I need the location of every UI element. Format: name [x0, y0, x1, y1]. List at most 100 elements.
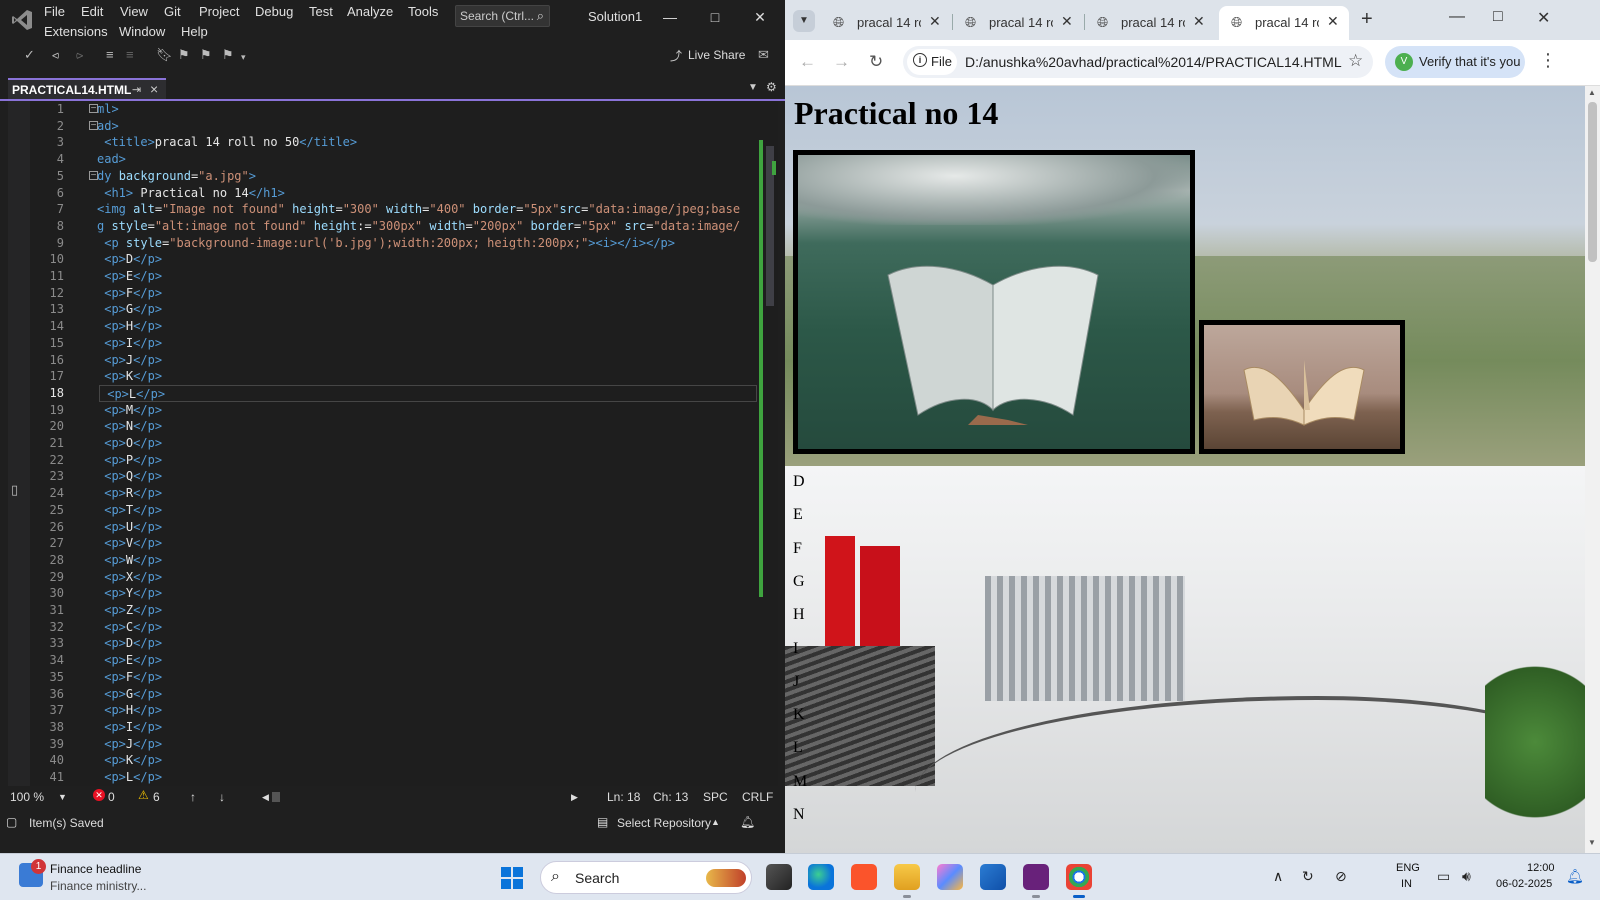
- menu-help[interactable]: Help: [181, 24, 208, 39]
- close-icon[interactable]: ✕: [1537, 8, 1550, 28]
- browser-tab-1[interactable]: 🌐︎ pracal 14 ro ✕: [821, 6, 951, 40]
- sync-icon[interactable]: ↻: [1302, 868, 1314, 885]
- tab-close-icon[interactable]: ✕: [1193, 13, 1205, 30]
- display-icon[interactable]: ▭: [1437, 868, 1450, 885]
- feedback-icon[interactable]: ✉: [758, 47, 769, 63]
- copilot-icon[interactable]: [937, 864, 963, 890]
- menu-file[interactable]: File: [44, 4, 65, 19]
- scrollbar-thumb[interactable]: [1588, 102, 1597, 262]
- warning-count[interactable]: 6: [153, 790, 160, 804]
- code-line[interactable]: <p>L</p>: [99, 385, 757, 402]
- region-indicator[interactable]: IN: [1401, 878, 1412, 890]
- gear-icon[interactable]: ⚙: [766, 80, 777, 94]
- tab-close-icon[interactable]: ✕: [929, 13, 941, 30]
- code-line[interactable]: <p>J</p>: [97, 736, 759, 753]
- error-count[interactable]: 0: [108, 790, 115, 804]
- page-vertical-scrollbar[interactable]: ▲ ▼: [1585, 86, 1600, 853]
- line-ending-indicator[interactable]: CRLF: [742, 790, 773, 804]
- chevron-up-icon[interactable]: ∧: [1273, 868, 1283, 885]
- code-line[interactable]: <title>pracal 14 roll no 50</title>: [97, 134, 759, 151]
- down-arrow-icon[interactable]: ↓: [219, 790, 225, 804]
- code-line[interactable]: <p>E</p>: [97, 652, 759, 669]
- code-line[interactable]: <p>D</p>: [97, 635, 759, 652]
- code-line[interactable]: <p>G</p>: [97, 301, 759, 318]
- live-share-button[interactable]: Live Share: [688, 48, 745, 62]
- clock-time[interactable]: 12:00: [1527, 862, 1555, 874]
- code-line[interactable]: <p>F</p>: [97, 669, 759, 686]
- brave-icon[interactable]: [851, 864, 877, 890]
- vs-search-box[interactable]: Search (Ctrl... ⌕: [455, 5, 550, 27]
- editor-vertical-scrollbar[interactable]: [763, 101, 778, 786]
- windows-start-icon[interactable]: [501, 867, 523, 889]
- menu-project[interactable]: Project: [199, 4, 239, 19]
- code-line[interactable]: <p>K</p>: [97, 752, 759, 769]
- code-line[interactable]: <p>E</p>: [97, 268, 759, 285]
- code-line[interactable]: <p>F</p>: [97, 285, 759, 302]
- hscroll-thumb[interactable]: [272, 792, 280, 802]
- code-line[interactable]: <p style="background-image:url('b.jpg');…: [97, 235, 759, 252]
- code-line[interactable]: ead>: [97, 151, 759, 168]
- code-line[interactable]: <p>K</p>: [97, 368, 759, 385]
- tab-close-icon[interactable]: ✕: [1327, 13, 1339, 30]
- forward-icon[interactable]: →: [833, 52, 850, 72]
- code-line[interactable]: <p>D</p>: [97, 251, 759, 268]
- site-info-chip[interactable]: i File: [907, 49, 957, 75]
- fold-toggle-icon[interactable]: −: [89, 121, 98, 131]
- code-line[interactable]: <p>U</p>: [97, 519, 759, 536]
- visual-studio-taskbar-icon[interactable]: [1023, 864, 1049, 898]
- bookmark-star-icon[interactable]: ☆: [1348, 51, 1363, 71]
- tab-dropdown-icon[interactable]: ▼: [748, 82, 758, 93]
- chrome-taskbar-icon[interactable]: [1066, 864, 1092, 898]
- clock-date[interactable]: 06-02-2025: [1496, 878, 1552, 890]
- more-menu-icon[interactable]: ⋮: [1539, 50, 1557, 71]
- code-line[interactable]: <p>O</p>: [97, 435, 759, 452]
- tab-close-icon[interactable]: ✕: [1061, 13, 1073, 30]
- task-view-icon[interactable]: [766, 864, 792, 890]
- hscroll-left-icon[interactable]: ◀: [262, 792, 269, 803]
- new-tab-button[interactable]: +: [1361, 8, 1373, 31]
- code-line[interactable]: <img alt="Image not found" height="300" …: [97, 201, 759, 218]
- bookmark-clear-icon[interactable]: ⚑: [222, 47, 234, 63]
- menu-tools[interactable]: Tools: [408, 4, 438, 19]
- tab-search-chevron-icon[interactable]: ▼: [793, 10, 815, 32]
- language-indicator[interactable]: ENG: [1396, 862, 1420, 874]
- maximize-icon[interactable]: □: [700, 6, 730, 28]
- code-line[interactable]: <p>V</p>: [97, 535, 759, 552]
- back-icon[interactable]: ←: [799, 52, 816, 72]
- code-line[interactable]: <p>W</p>: [97, 552, 759, 569]
- reload-icon[interactable]: ↻: [869, 52, 883, 72]
- zoom-level[interactable]: 100 %: [10, 790, 44, 804]
- code-line[interactable]: <p>G</p>: [97, 686, 759, 703]
- code-line[interactable]: <p>P</p>: [97, 452, 759, 469]
- code-line[interactable]: <p>X</p>: [97, 569, 759, 586]
- column-indicator[interactable]: Ch: 13: [653, 790, 688, 804]
- menu-git[interactable]: Git: [164, 4, 181, 19]
- code-line[interactable]: <p>M</p>: [97, 402, 759, 419]
- menu-edit[interactable]: Edit: [81, 4, 103, 19]
- file-explorer-icon[interactable]: [894, 864, 920, 898]
- close-icon[interactable]: ✕: [745, 6, 775, 28]
- menu-extensions[interactable]: Extensions: [44, 24, 108, 39]
- fold-toggle-icon[interactable]: −: [89, 171, 98, 181]
- toolbar-icon-2[interactable]: ⪧: [76, 47, 83, 63]
- zoom-dropdown-icon[interactable]: ▼: [58, 792, 67, 802]
- code-line[interactable]: ml>: [97, 101, 759, 118]
- code-line[interactable]: ad>: [97, 118, 759, 135]
- code-line[interactable]: <p>N</p>: [97, 418, 759, 435]
- uncomment-icon[interactable]: ≡: [126, 47, 134, 62]
- bookmark-prev-icon[interactable]: ⚑: [178, 47, 190, 63]
- code-line[interactable]: <p>R</p>: [97, 485, 759, 502]
- code-line[interactable]: g style="alt:image not found" height:="3…: [97, 218, 759, 235]
- document-tab[interactable]: PRACTICAL14.HTML ⇥ ×: [8, 78, 166, 99]
- address-bar[interactable]: i File D:/anushka%20avhad/practical%2014…: [903, 46, 1373, 78]
- menu-window[interactable]: Window: [119, 24, 165, 39]
- menu-analyze[interactable]: Analyze: [347, 4, 393, 19]
- toolbar-icon-1[interactable]: ⪦: [52, 47, 59, 63]
- tab-close-icon[interactable]: ×: [150, 81, 158, 97]
- pin-icon[interactable]: ⇥: [132, 83, 141, 96]
- code-line[interactable]: <p>I</p>: [97, 335, 759, 352]
- code-line[interactable]: <p>Q</p>: [97, 468, 759, 485]
- edge-icon[interactable]: [808, 864, 834, 890]
- volume-icon[interactable]: 🔊︎: [1462, 868, 1471, 885]
- maximize-icon[interactable]: □: [1493, 8, 1503, 26]
